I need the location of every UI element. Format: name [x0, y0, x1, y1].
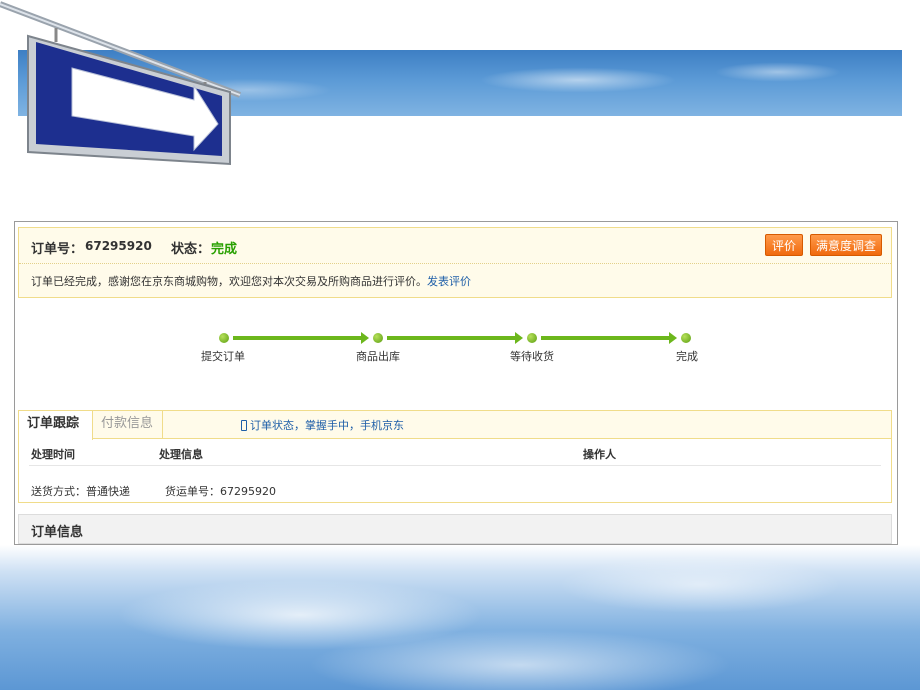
signpost-arrow-icon	[0, 1, 242, 166]
progress-arrow-icon	[669, 332, 677, 344]
step-label-complete: 完成	[676, 350, 698, 363]
column-header-info: 处理信息	[159, 448, 203, 461]
order-progress: 提交订单 商品出库 等待收货 完成	[15, 330, 897, 370]
tracking-tab-bar: 订单跟踪 付款信息 订单状态，掌握手中，手机京东	[19, 411, 891, 440]
review-button[interactable]: 评价	[765, 234, 803, 256]
status-label: 状态：	[171, 242, 211, 257]
order-number-value: 67295920	[85, 239, 152, 253]
shipping-method: 送货方式：普通快递	[31, 485, 130, 498]
step-label-submit: 提交订单	[201, 350, 245, 363]
order-message-text: 订单已经完成，感谢您在京东商城购物，欢迎您对本次交易及所购商品进行评价。	[31, 275, 427, 288]
progress-arrow-icon	[515, 332, 523, 344]
order-info-header: 订单信息	[18, 514, 892, 544]
progress-bar-segment	[541, 336, 671, 340]
tab-order-tracking[interactable]: 订单跟踪	[19, 411, 93, 440]
step-dot-icon	[373, 333, 383, 343]
post-review-link[interactable]: 发表评价	[427, 275, 471, 288]
step-dot-icon	[527, 333, 537, 343]
mobile-app-link-text: 订单状态，掌握手中，手机京东	[250, 419, 404, 432]
order-detail-panel: 订单号： 67295920 状态： 完成 评价 满意度调查 订单已经完成，感谢您…	[14, 221, 898, 545]
order-complete-message: 订单已经完成，感谢您在京东商城购物，欢迎您对本次交易及所购商品进行评价。发表评价	[31, 273, 471, 289]
step-label-shipped: 商品出库	[356, 350, 400, 363]
status-value: 完成	[211, 242, 238, 257]
progress-arrow-icon	[361, 332, 369, 344]
order-number-label: 订单号：	[31, 242, 84, 257]
order-tracking-box: 订单跟踪 付款信息 订单状态，掌握手中，手机京东 处理时间 处理信息 操作人 送…	[18, 410, 892, 503]
sky-footer-background	[0, 545, 920, 690]
order-header: 订单号： 67295920 状态： 完成 评价 满意度调查	[19, 228, 891, 264]
progress-bar-segment	[233, 336, 363, 340]
phone-icon	[241, 420, 247, 431]
step-dot-icon	[681, 333, 691, 343]
satisfaction-survey-button[interactable]: 满意度调查	[810, 234, 882, 256]
step-dot-icon	[219, 333, 229, 343]
table-divider	[29, 465, 881, 466]
order-info-title: 订单信息	[31, 525, 84, 540]
mobile-app-link[interactable]: 订单状态，掌握手中，手机京东	[241, 417, 404, 433]
tab-payment-info[interactable]: 付款信息	[93, 411, 163, 439]
waybill-number: 货运单号：67295920	[165, 485, 276, 498]
step-label-awaiting: 等待收货	[510, 350, 554, 363]
column-header-operator: 操作人	[583, 448, 616, 461]
order-summary-box: 订单号： 67295920 状态： 完成 评价 满意度调查 订单已经完成，感谢您…	[18, 227, 892, 298]
progress-bar-segment	[387, 336, 517, 340]
column-header-time: 处理时间	[31, 448, 75, 461]
